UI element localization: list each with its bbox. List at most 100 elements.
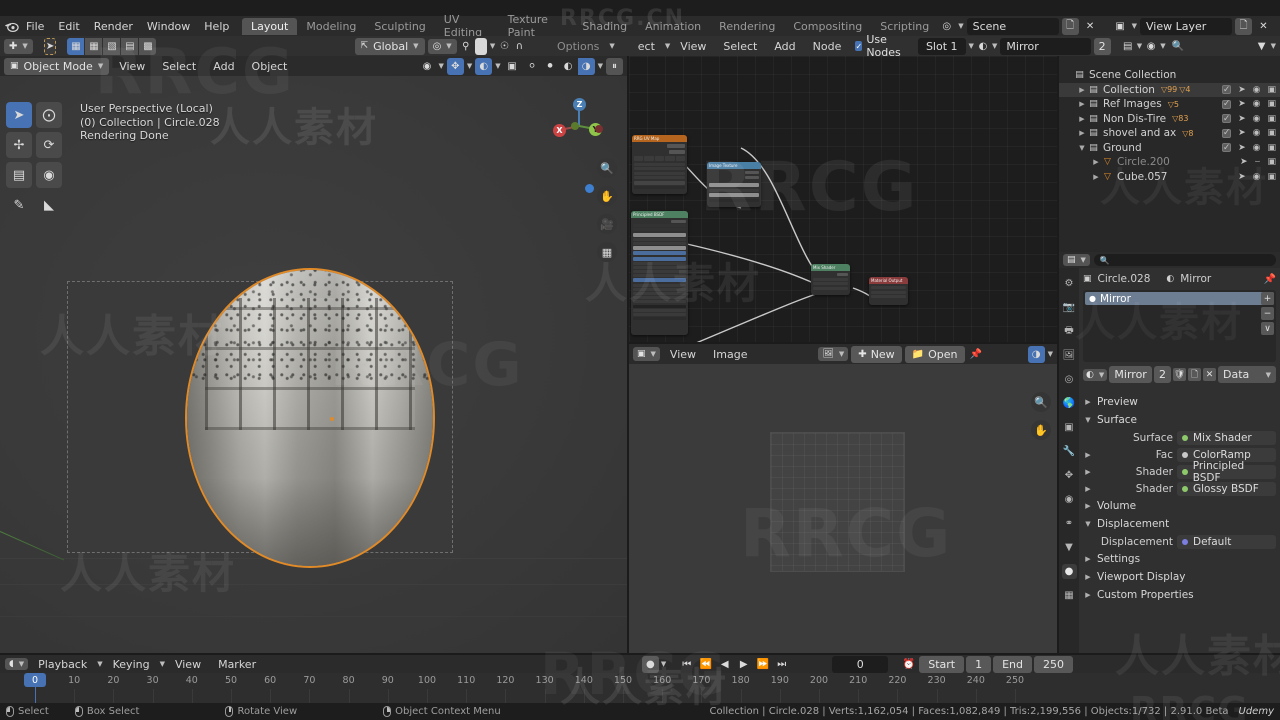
current-frame-field[interactable]: 0 xyxy=(832,655,889,673)
chevron-right-icon[interactable]: ▶ xyxy=(1091,173,1101,181)
gizmo-axis-neg-x[interactable] xyxy=(595,125,603,133)
eye-icon[interactable]: ◉ xyxy=(1253,99,1261,109)
menu-window[interactable]: Window xyxy=(140,19,197,34)
chevron-right-icon[interactable]: ▶ xyxy=(1083,398,1093,406)
node-menu-add[interactable]: Add xyxy=(767,39,802,54)
add-material-slot-button[interactable]: + xyxy=(1261,292,1274,305)
chevron-right-icon[interactable]: ▶ xyxy=(1083,485,1093,493)
cursor-icon[interactable]: ➤ xyxy=(1238,114,1246,124)
unlink-scene-icon[interactable]: ✕ xyxy=(1082,18,1099,35)
menu-render[interactable]: Render xyxy=(87,19,140,34)
new-material-icon[interactable]: 🗋 xyxy=(1188,368,1201,381)
remove-material-slot-button[interactable]: − xyxy=(1261,307,1274,320)
tool-transform[interactable]: ◉ xyxy=(36,162,62,188)
properties-row-value[interactable]: Glossy BSDF xyxy=(1177,481,1276,496)
menu-file[interactable]: File xyxy=(19,19,51,34)
mirror-object[interactable] xyxy=(185,268,435,568)
cursor-icon[interactable]: ➤ xyxy=(1238,99,1246,109)
shading-solid-icon[interactable]: ⚫ xyxy=(542,58,559,75)
chevron-down-icon[interactable]: ▼ xyxy=(958,22,963,30)
material-slot-mirror[interactable]: ● Mirror xyxy=(1085,292,1274,305)
camera-icon[interactable]: ▣ xyxy=(1267,143,1276,153)
node-menu-node[interactable]: Node xyxy=(806,39,849,54)
tab-output[interactable]: 🖶 xyxy=(1062,324,1077,339)
chevron-right-icon[interactable]: ▶ xyxy=(1091,158,1101,166)
navigation-gizmo[interactable]: Z X Y xyxy=(551,98,607,154)
material-name-field[interactable]: Mirror xyxy=(1000,37,1091,55)
new-view-layer-icon[interactable]: 🗋 xyxy=(1235,17,1252,35)
image-editor-image[interactable] xyxy=(770,432,905,572)
workspace-tab-rendering[interactable]: Rendering xyxy=(710,18,784,35)
material-slot-specials-button[interactable]: ∨ xyxy=(1261,322,1274,335)
scene-name-field[interactable]: Scene xyxy=(966,17,1059,35)
material-slot-dropdown[interactable]: Slot 1 xyxy=(917,37,966,55)
gizmo-dot[interactable] xyxy=(585,184,594,193)
image-menu-view[interactable]: View xyxy=(663,347,703,362)
tool-scale[interactable]: ▤ xyxy=(6,162,32,188)
properties-row-value[interactable]: Mix Shader xyxy=(1177,430,1276,445)
menu-edit[interactable]: Edit xyxy=(51,19,86,34)
frame-start-value[interactable]: 1 xyxy=(966,655,992,673)
snap-magnet-icon[interactable]: ⚲ xyxy=(460,38,472,55)
chevron-right-icon[interactable]: ▶ xyxy=(1077,129,1087,137)
workspace-tab-scripting[interactable]: Scripting xyxy=(871,18,938,35)
node-image-texture[interactable]: Image Texture xyxy=(707,162,761,207)
chevron-right-icon[interactable]: ▶ xyxy=(1083,502,1093,510)
tab-material[interactable]: ● xyxy=(1061,564,1077,579)
select-set-icon[interactable]: ▦ xyxy=(67,37,85,55)
unlink-icon[interactable]: ✕ xyxy=(1203,368,1216,381)
viewport-menu-add[interactable]: Add xyxy=(206,59,241,74)
remove-view-layer-icon[interactable]: ✕ xyxy=(1255,18,1272,35)
material-users-count[interactable]: 2 xyxy=(1093,37,1111,55)
gizmo-axis-x[interactable]: X xyxy=(553,124,566,137)
splitter-horizontal-mid[interactable] xyxy=(629,342,1057,344)
image-menu-image[interactable]: Image xyxy=(706,347,754,362)
timeline-menu-marker[interactable]: Marker xyxy=(211,657,263,672)
chevron-right-icon[interactable]: ▶ xyxy=(1083,555,1093,563)
cursor-icon[interactable]: ➤ xyxy=(1240,157,1248,167)
workspace-tab-compositing[interactable]: Compositing xyxy=(784,18,871,35)
image-display-channels-icon[interactable]: ◑ xyxy=(1027,345,1045,363)
fake-user-icon[interactable]: 🛡 xyxy=(1173,368,1186,381)
properties-section-header[interactable]: ▶ Viewport Display xyxy=(1083,568,1276,586)
eye-icon[interactable]: ◉ xyxy=(1253,85,1261,95)
exclude-checkbox[interactable]: ✓ xyxy=(1222,114,1232,124)
cursor-icon[interactable]: ➤ xyxy=(1238,85,1246,95)
workspace-tab-layout[interactable]: Layout xyxy=(241,17,298,35)
pan-hand-icon[interactable]: ✋ xyxy=(597,186,617,206)
timeline-playhead[interactable]: 0 xyxy=(24,673,46,687)
next-keyframe-icon[interactable]: ⏩ xyxy=(754,656,771,673)
shader-node-editor[interactable]: RRG UV Map Image Texture Principled BSDF… xyxy=(629,56,1057,344)
properties-section-header[interactable]: ▼ Displacement xyxy=(1083,515,1276,533)
shading-material-preview-icon[interactable]: ◐ xyxy=(560,58,577,75)
auto-key-icon[interactable]: ⏰ xyxy=(900,656,917,673)
exclude-checkbox[interactable]: ✓ xyxy=(1222,99,1232,109)
node-menu-ect[interactable]: ect xyxy=(631,39,662,54)
camera-icon[interactable]: ▣ xyxy=(1267,172,1276,182)
chevron-right-icon[interactable]: ▶ xyxy=(1083,468,1093,476)
node-menu-view[interactable]: View xyxy=(673,39,713,54)
shading-wireframe-icon[interactable]: ⚪ xyxy=(524,58,541,75)
tab-data[interactable]: ▼ xyxy=(1062,540,1077,555)
tool-cursor[interactable]: ⨀ xyxy=(36,102,62,128)
material-slot-list[interactable]: ● Mirror + − ∨ xyxy=(1083,290,1276,362)
prev-keyframe-icon[interactable]: ⏪ xyxy=(697,656,714,673)
overlays-icon[interactable]: ◉ xyxy=(1145,38,1157,55)
node-options-menu[interactable]: Options xyxy=(550,39,606,54)
outliner-row[interactable]: ▼ ▤ Ground ✓ ➤ ◉ ▣ xyxy=(1059,141,1280,156)
chevron-right-icon[interactable]: ▶ xyxy=(1083,573,1093,581)
camera-icon[interactable]: ▣ xyxy=(1267,157,1276,167)
camera-icon[interactable]: 🎥 xyxy=(597,214,617,234)
view-layer-name-field[interactable]: View Layer xyxy=(1140,17,1232,35)
outliner-search-icon[interactable]: 🔍 xyxy=(1172,38,1184,55)
object-mode-dropdown[interactable]: ▣ Object Mode ▼ xyxy=(4,57,110,75)
properties-section-header[interactable]: ▶ Settings xyxy=(1083,550,1276,568)
node-mix-shader[interactable]: Mix Shader xyxy=(811,264,850,295)
chevron-right-icon[interactable]: ▶ xyxy=(1083,591,1093,599)
camera-icon[interactable]: ▣ xyxy=(1267,85,1276,95)
outliner-row[interactable]: ▶ ▽ Cube.057 ➤ ◉ ▣ xyxy=(1059,170,1280,185)
outliner-row[interactable]: ▶ ▤ shovel and ax ▽8 ✓ ➤ ◉ ▣ xyxy=(1059,126,1280,141)
image-pan-hand-icon[interactable]: ✋ xyxy=(1031,420,1051,440)
select-extend-icon[interactable]: ▦ xyxy=(85,37,103,55)
exclude-checkbox[interactable]: ✓ xyxy=(1222,85,1232,95)
